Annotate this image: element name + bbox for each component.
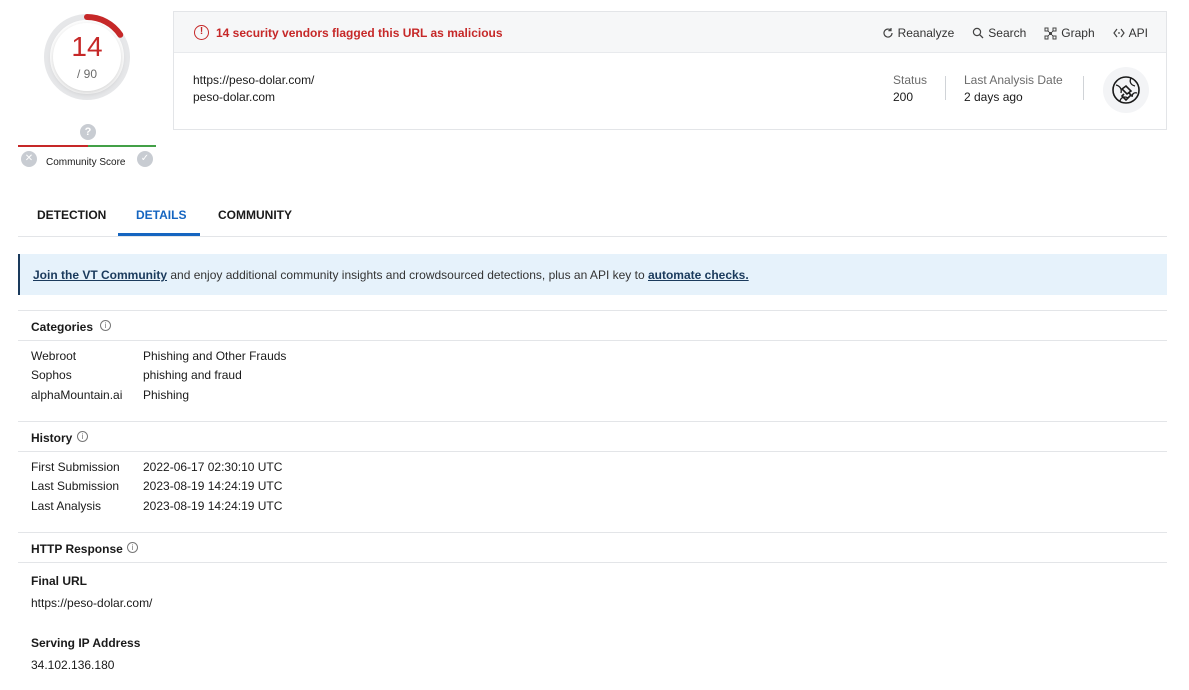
category-engine: Sophos bbox=[31, 368, 72, 382]
section-title: History bbox=[31, 431, 73, 445]
community-banner: Join the VT Community and enjoy addition… bbox=[18, 254, 1167, 295]
table-row: First Submission 2022-06-17 02:30:10 UTC bbox=[31, 460, 282, 474]
vote-harmless-icon[interactable]: ✓ bbox=[137, 151, 153, 167]
status-value: 200 bbox=[893, 90, 914, 104]
category-value: Phishing and Other Frauds bbox=[143, 349, 287, 363]
info-icon[interactable]: i bbox=[127, 542, 138, 553]
search-icon bbox=[973, 27, 984, 39]
info-icon[interactable]: i bbox=[100, 320, 111, 331]
status-label: Status bbox=[893, 73, 928, 87]
table-row: Last Submission 2023-08-19 14:24:19 UTC bbox=[31, 479, 282, 493]
engines-total: / 90 bbox=[76, 67, 97, 81]
category-value: phishing and fraud bbox=[143, 368, 242, 382]
api-icon bbox=[1112, 28, 1125, 38]
detections-count: 14 bbox=[71, 31, 103, 62]
serving-ip-value[interactable]: 34.102.136.180 bbox=[31, 658, 114, 672]
category-value: Phishing bbox=[143, 388, 190, 402]
tab-community[interactable]: COMMUNITY bbox=[218, 208, 292, 222]
last-analysis-block: Last Analysis Date 2 days ago bbox=[964, 73, 1063, 104]
table-row: Sophos phishing and fraud bbox=[31, 368, 242, 382]
detection-score-gauge: 14 / 90 bbox=[40, 10, 134, 104]
final-url-value: https://peso-dolar.com/ bbox=[31, 596, 153, 610]
http-response-header: HTTP Response i bbox=[18, 532, 1167, 563]
category-engine: alphaMountain.ai bbox=[31, 388, 123, 402]
url-summary-card: ! 14 security vendors flagged this URL a… bbox=[173, 11, 1167, 130]
join-community-link[interactable]: Join the VT Community bbox=[33, 268, 167, 282]
history-key: First Submission bbox=[31, 460, 120, 474]
search-label: Search bbox=[988, 26, 1027, 40]
history-key: Last Submission bbox=[31, 479, 120, 493]
divider bbox=[1083, 76, 1084, 100]
graph-label: Graph bbox=[1061, 26, 1095, 40]
exclamation-circle-icon: ! bbox=[194, 25, 209, 40]
divider bbox=[945, 76, 946, 100]
categories-header: Categories i bbox=[18, 310, 1167, 341]
url-link-icon bbox=[1103, 67, 1149, 113]
last-analysis-label: Last Analysis Date bbox=[964, 73, 1063, 87]
status-block: Status 200 bbox=[893, 73, 927, 104]
reanalyze-label: Reanalyze bbox=[897, 26, 955, 40]
info-icon[interactable]: i bbox=[77, 431, 88, 442]
community-bar-positive bbox=[88, 145, 156, 147]
active-tab-indicator bbox=[118, 233, 200, 236]
final-url-label: Final URL bbox=[31, 574, 87, 588]
reanalyze-button[interactable]: Reanalyze bbox=[882, 26, 955, 40]
api-label: API bbox=[1128, 26, 1148, 40]
history-value: 2022-06-17 02:30:10 UTC bbox=[143, 460, 283, 474]
section-title: HTTP Response bbox=[31, 542, 123, 556]
analyzed-domain[interactable]: peso-dolar.com bbox=[193, 90, 275, 104]
history-key: Last Analysis bbox=[31, 499, 102, 513]
table-row: Webroot Phishing and Other Frauds bbox=[31, 349, 286, 363]
search-button[interactable]: Search bbox=[972, 26, 1026, 40]
refresh-icon bbox=[882, 28, 893, 38]
history-header: History i bbox=[18, 421, 1167, 452]
last-analysis-value: 2 days ago bbox=[964, 90, 1023, 104]
banner-text: Join the VT Community and enjoy addition… bbox=[33, 268, 749, 282]
serving-ip-label: Serving IP Address bbox=[31, 636, 141, 650]
table-row: Last Analysis 2023-08-19 14:24:19 UTC bbox=[31, 499, 282, 513]
question-icon: ? bbox=[80, 124, 96, 140]
analyzed-url: https://peso-dolar.com/ bbox=[193, 73, 315, 87]
community-score: ? ✕ Community Score ✓ bbox=[18, 122, 158, 172]
automate-checks-link[interactable]: automate checks. bbox=[648, 268, 749, 282]
tab-details[interactable]: DETAILS bbox=[136, 208, 186, 222]
api-button[interactable]: API bbox=[1112, 26, 1148, 40]
action-toolbar: Reanalyze Search Graph API bbox=[882, 26, 1148, 40]
vote-harmful-icon[interactable]: ✕ bbox=[21, 151, 37, 167]
category-engine: Webroot bbox=[31, 349, 77, 363]
banner-middle-text: and enjoy additional community insights … bbox=[167, 268, 648, 282]
section-title: Categories bbox=[31, 320, 94, 334]
graph-icon bbox=[1044, 27, 1057, 39]
tab-detection[interactable]: DETECTION bbox=[37, 208, 106, 222]
graph-button[interactable]: Graph bbox=[1044, 26, 1095, 40]
community-score-label: Community Score bbox=[46, 157, 126, 168]
table-row: alphaMountain.ai Phishing bbox=[31, 388, 189, 402]
alert-bar: ! 14 security vendors flagged this URL a… bbox=[174, 12, 1166, 53]
history-value: 2023-08-19 14:24:19 UTC bbox=[143, 499, 283, 513]
history-value: 2023-08-19 14:24:19 UTC bbox=[143, 479, 283, 493]
community-bar-negative bbox=[18, 145, 88, 147]
tab-bar: DETECTION DETAILS COMMUNITY bbox=[18, 196, 1167, 237]
alert-text: 14 security vendors flagged this URL as … bbox=[216, 26, 503, 40]
